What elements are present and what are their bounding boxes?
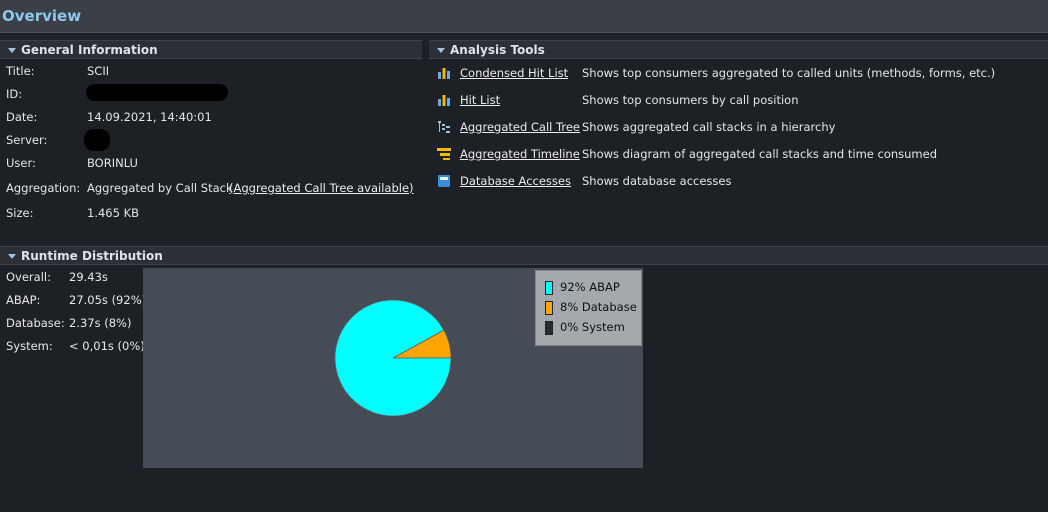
condensed-hit-list-desc: Shows top consumers aggregated to called… (582, 66, 996, 80)
collapse-triangle-icon[interactable] (437, 47, 445, 53)
tree-icon (438, 121, 450, 133)
legend-label: 92% ABAP (560, 280, 620, 294)
legend-swatch (545, 321, 553, 335)
system-value: < 0,01s (0%) (69, 339, 145, 353)
database-value: 2.37s (8%) (69, 316, 132, 330)
aggregated-call-tree-link[interactable]: (Aggregated Call Tree available) (229, 181, 414, 195)
overall-value: 29.43s (69, 270, 108, 284)
server-label: Server: (6, 133, 48, 147)
aggregated-timeline-desc: Shows diagram of aggregated call stacks … (582, 147, 938, 161)
hit-list-desc: Shows top consumers by call position (582, 93, 799, 107)
date-value: 14.09.2021, 14:40:01 (87, 110, 212, 124)
bar-chart-icon (438, 95, 450, 106)
redacted-server (84, 129, 110, 151)
title-label: Title: (6, 64, 35, 78)
bar-chart-icon (438, 68, 450, 79)
overall-label: Overall: (6, 270, 51, 284)
analysis-tools-title: Analysis Tools (450, 43, 545, 57)
database-icon (438, 175, 450, 187)
database-label: Database: (6, 316, 65, 330)
system-label: System: (6, 339, 53, 353)
redacted-id (86, 84, 228, 101)
abap-label: ABAP: (6, 293, 41, 307)
analysis-tools-header[interactable]: Analysis Tools (429, 40, 1048, 59)
page-title: Overview (2, 7, 82, 25)
pie-slice-abap (334, 299, 452, 417)
date-label: Date: (6, 110, 38, 124)
legend-swatch (545, 301, 553, 315)
chart-legend: 92% ABAP 8% Database 0% System (535, 270, 642, 346)
aggregated-timeline-link[interactable]: Aggregated Timeline (460, 147, 580, 161)
title-value: SCII (87, 64, 110, 78)
database-accesses-link[interactable]: Database Accesses (460, 174, 571, 188)
aggregated-call-tree-tool-link[interactable]: Aggregated Call Tree (460, 120, 580, 134)
title-bar: Overview (0, 0, 1048, 33)
general-info-header[interactable]: General Information (0, 40, 422, 59)
aggregation-value: Aggregated by Call Stack (87, 181, 233, 195)
legend-label: 0% System (560, 320, 625, 334)
general-info-title: General Information (21, 43, 158, 57)
runtime-distribution-header[interactable]: Runtime Distribution (0, 246, 1048, 265)
size-label: Size: (6, 206, 34, 220)
aggregated-call-tree-desc: Shows aggregated call stacks in a hierar… (582, 120, 836, 134)
abap-value: 27.05s (92%) (69, 293, 147, 307)
user-label: User: (6, 156, 36, 170)
user-value: BORINLU (87, 156, 138, 170)
aggregation-label: Aggregation: (6, 181, 81, 195)
legend-swatch (545, 281, 553, 295)
legend-label: 8% Database (560, 300, 637, 314)
runtime-distribution-title: Runtime Distribution (21, 249, 163, 263)
condensed-hit-list-link[interactable]: Condensed Hit List (460, 66, 568, 80)
size-value: 1.465 KB (87, 206, 140, 220)
collapse-triangle-icon[interactable] (8, 47, 16, 53)
collapse-triangle-icon[interactable] (8, 253, 16, 259)
database-accesses-desc: Shows database accesses (582, 174, 732, 188)
hit-list-link[interactable]: Hit List (460, 93, 500, 107)
timeline-icon (437, 148, 451, 160)
id-label: ID: (6, 87, 23, 101)
